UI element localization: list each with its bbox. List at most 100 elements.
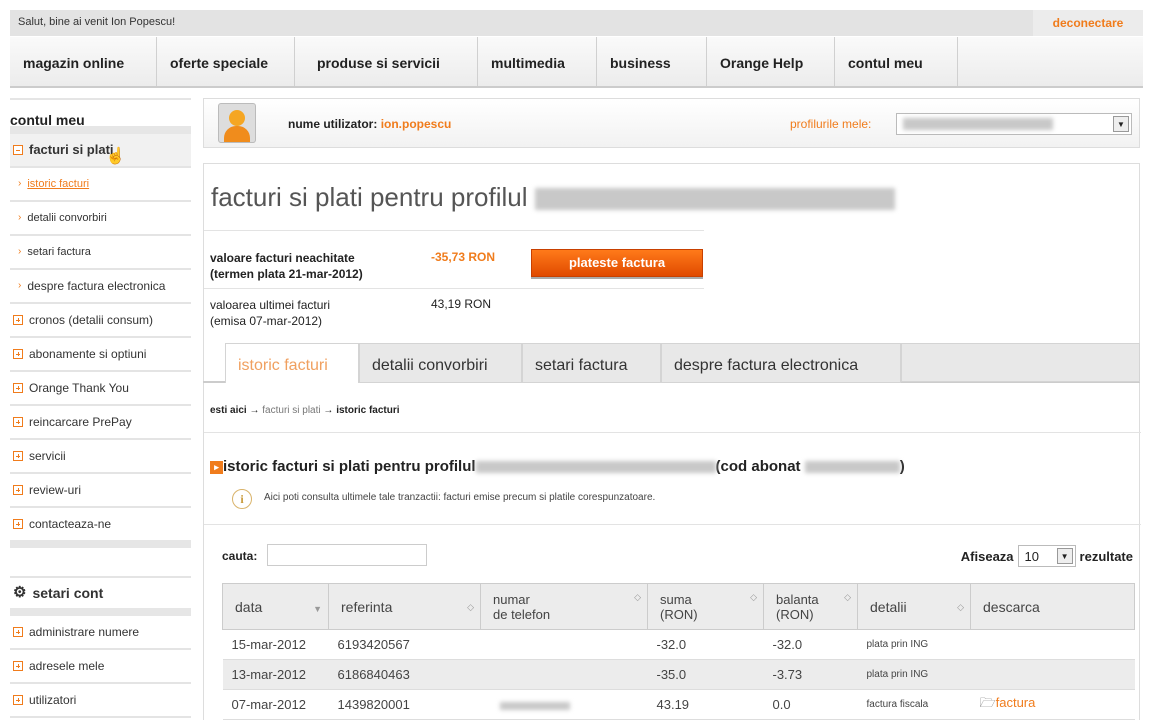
col-telefon[interactable]: numar de telefon ◇ xyxy=(480,583,648,630)
nav-produse-servicii[interactable]: produse si servicii xyxy=(295,37,478,86)
sidebar-subitem-setari[interactable]: › setari factura xyxy=(10,236,191,270)
label: istoric facturi xyxy=(27,178,90,190)
label: utilizatori xyxy=(29,693,77,707)
info-text: Aici poti consulta ultimele tale tranzac… xyxy=(264,492,656,503)
expand-icon xyxy=(13,627,23,637)
page-title: facturi si plati pentru profilul xyxy=(211,182,895,213)
tabs: istoric facturi detalii convorbiri setar… xyxy=(203,343,1140,383)
breadcrumb-link[interactable]: facturi si plati xyxy=(262,405,320,416)
label: Orange Thank You xyxy=(29,381,129,395)
label: cronos (detalii consum) xyxy=(29,313,154,327)
expand-icon xyxy=(13,417,23,427)
chevron-down-icon: ▼ xyxy=(1113,116,1129,132)
tab-istoric-facturi[interactable]: istoric facturi xyxy=(225,343,359,383)
col-detalii[interactable]: detalii ◇ xyxy=(857,583,971,630)
pay-invoice-button[interactable]: plateste factura xyxy=(531,249,703,277)
sidebar-item[interactable]: cronos (detalii consum) xyxy=(10,304,191,338)
profiles-label: profilurile mele: xyxy=(790,117,872,131)
col-referinta[interactable]: referinta ◇ xyxy=(328,583,481,630)
arrow-icon: › xyxy=(18,280,22,291)
sidebar-item[interactable]: adresele mele xyxy=(10,650,191,684)
sidebar-item[interactable]: review-uri xyxy=(10,474,191,508)
sidebar: contul meu facturi si plati ☝ › istoric fa… xyxy=(10,98,191,718)
main-panel: facturi si plati pentru profilul valoare… xyxy=(203,163,1141,720)
label: adresele mele xyxy=(29,659,105,673)
sidebar-item[interactable]: reincarcare PrePay xyxy=(10,406,191,440)
col-balanta[interactable]: balanta (RON) ◇ xyxy=(763,583,858,630)
nav-business[interactable]: business xyxy=(597,37,707,86)
label: reincarcare PrePay xyxy=(29,415,132,429)
collapse-icon xyxy=(13,145,23,155)
nav-contul-meu[interactable]: contul meu xyxy=(835,37,958,86)
top-bar: Salut, bine ai venit Ion Popescu! decone… xyxy=(10,10,1143,36)
tab-detalii-convorbiri[interactable]: detalii convorbiri xyxy=(359,343,522,383)
page-size-select[interactable]: 10 ▼ xyxy=(1017,545,1076,567)
table-row: 15-mar-2012 6193420567 -32.0 -32.0 plata pri… xyxy=(222,629,1135,660)
gear-icon: ⚙ xyxy=(13,584,27,601)
tab-despre-factura[interactable]: despre factura electronica xyxy=(661,343,901,383)
nav-multimedia[interactable]: multimedia xyxy=(478,37,597,86)
sidebar-subitem-detalii[interactable]: › detalii convorbiri xyxy=(10,202,191,236)
arrow-icon: › xyxy=(18,178,22,189)
label: contacteaza-ne xyxy=(29,517,112,531)
info-icon: i xyxy=(232,489,252,509)
nav-oferte-speciale[interactable]: oferte speciale xyxy=(157,37,295,86)
expand-icon xyxy=(13,383,23,393)
page-size: Afiseaza 10 ▼ rezultate xyxy=(961,545,1133,567)
nav-magazin-online[interactable]: magazin online xyxy=(10,37,157,86)
invoices-table: data ▼ referinta ◇ numar de telefon ◇ suma … xyxy=(222,583,1135,720)
sidebar-subitem-istoric[interactable]: › istoric facturi xyxy=(10,168,191,202)
sidebar-item-facturi[interactable]: facturi si plati ☝ xyxy=(10,134,191,168)
sidebar-subitem-despre[interactable]: › despre factura electronica xyxy=(10,270,191,304)
last-invoice-value: 43,19 RON xyxy=(431,297,492,311)
user-avatar-icon xyxy=(218,103,256,143)
logout-link[interactable]: deconectare xyxy=(1033,10,1143,36)
arrow-icon: › xyxy=(18,212,22,223)
settings-title: ⚙ setari cont xyxy=(10,576,191,616)
expand-icon xyxy=(13,451,23,461)
sidebar-item[interactable]: abonamente si optiuni xyxy=(10,338,191,372)
unpaid-label: valoare facturi neachitate (termen plata … xyxy=(210,251,363,281)
username-label: nume utilizator: xyxy=(288,117,378,131)
label: facturi si plati xyxy=(29,142,114,157)
expand-icon xyxy=(13,519,23,529)
main-nav: magazin online oferte speciale produse s… xyxy=(10,37,1143,88)
col-suma[interactable]: suma (RON) ◇ xyxy=(647,583,764,630)
expand-icon xyxy=(13,661,23,671)
sidebar-item[interactable]: contacteaza-ne xyxy=(10,508,191,548)
expand-icon xyxy=(13,315,23,325)
label: servicii xyxy=(29,449,66,463)
col-descarca: descarca xyxy=(970,583,1135,630)
sidebar-item[interactable]: servicii xyxy=(10,440,191,474)
label: despre factura electronica xyxy=(27,279,166,293)
label: administrare numere xyxy=(29,625,140,639)
separator: → xyxy=(249,405,260,416)
sidebar-item[interactable]: utilizatori xyxy=(10,684,191,718)
breadcrumb-here: esti aici xyxy=(210,405,247,416)
sidebar-item[interactable]: Orange Thank You xyxy=(10,372,191,406)
arrow-box-icon: ▸ xyxy=(210,460,223,474)
profiles-select[interactable]: ▼ xyxy=(896,113,1132,135)
search-label: cauta: xyxy=(222,549,258,563)
hand-cursor-icon: ☝ xyxy=(105,148,126,165)
breadcrumb-current: istoric facturi xyxy=(336,405,400,416)
label: detalii convorbiri xyxy=(27,212,107,224)
unpaid-value: -35,73 RON xyxy=(431,250,496,264)
search-input[interactable] xyxy=(267,544,427,566)
col-data[interactable]: data ▼ xyxy=(222,583,329,630)
nav-orange-help[interactable]: Orange Help xyxy=(707,37,835,86)
chevron-down-icon: ▼ xyxy=(1056,548,1073,564)
tab-setari-factura[interactable]: setari factura xyxy=(522,343,661,383)
download-invoice-link[interactable]: 🗁factura xyxy=(980,695,1036,710)
folder-download-icon: 🗁 xyxy=(979,694,996,710)
expand-icon xyxy=(13,349,23,359)
username: ion.popescu xyxy=(380,117,452,131)
label: setari factura xyxy=(27,246,91,258)
table-row: 07-mar-2012 1439820001 43.19 0.0 factura fis… xyxy=(222,689,1135,720)
sidebar-item[interactable]: administrare numere xyxy=(10,616,191,650)
label: review-uri xyxy=(29,483,82,497)
last-invoice-label: valoarea ultimei facturi (emisa 07-mar-20… xyxy=(210,298,331,328)
section-title: ▸ istoric facturi si plati pentru profilu… xyxy=(210,458,905,475)
table-row: 13-mar-2012 6186840463 -35.0 -3.73 plata pri… xyxy=(222,659,1135,690)
sidebar-title: contul meu xyxy=(10,98,191,134)
